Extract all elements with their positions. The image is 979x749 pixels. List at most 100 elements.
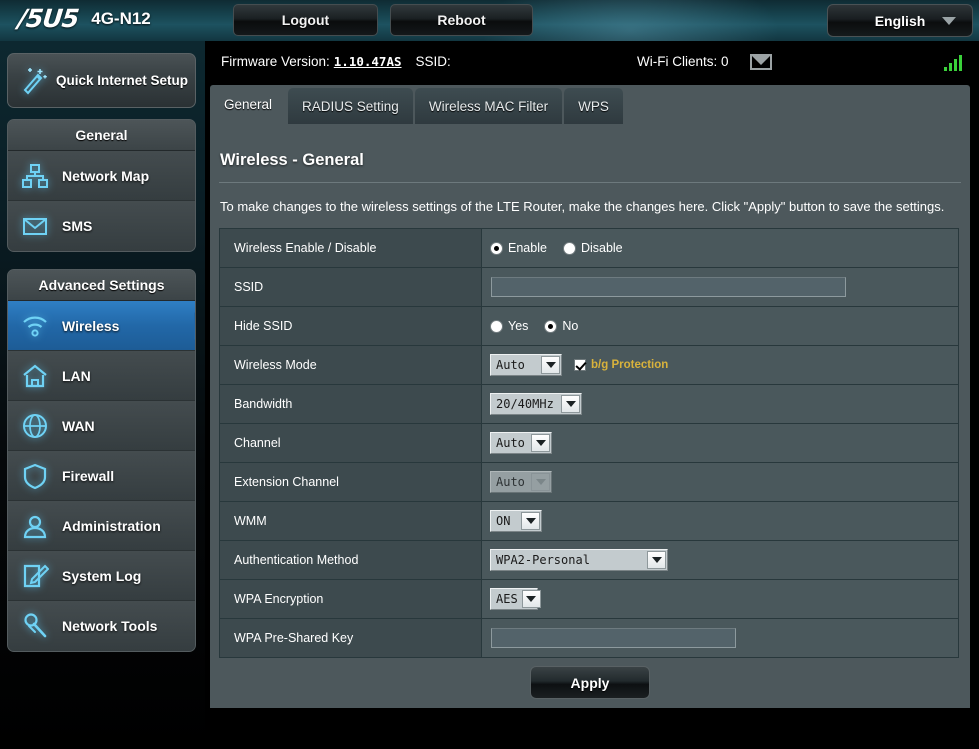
network-map-icon — [20, 161, 50, 191]
form-row-extension-channel: Extension Channel Auto — [220, 463, 958, 502]
sidebar-item-label: Firewall — [62, 467, 115, 484]
wmm-select[interactable]: ON — [490, 510, 542, 532]
radio-hide-ssid-yes[interactable]: Yes — [490, 319, 528, 333]
sidebar-item-wireless[interactable]: Wireless — [8, 301, 195, 351]
row-value: ON — [482, 502, 958, 540]
form-row-wmm: WMM ON — [220, 502, 958, 541]
checkbox-indicator — [574, 359, 586, 371]
sidebar: Quick Internet Setup General Network Map — [0, 41, 205, 749]
radio-label: No — [562, 319, 579, 333]
wifi-clients-count: Wi-Fi Clients: 0 — [637, 54, 729, 69]
chevron-down-icon — [647, 551, 666, 569]
sidebar-item-label: Network Map — [62, 167, 150, 184]
row-label: Channel — [220, 424, 482, 462]
radio-label: Yes — [508, 319, 529, 333]
sidebar-item-network-tools[interactable]: Network Tools — [8, 601, 195, 651]
firmware-version-link[interactable]: 1.10.47AS — [334, 54, 402, 69]
form-row-authentication-method: Authentication Method WPA2-Personal — [220, 541, 958, 580]
wpa-pre-shared-key-input[interactable] — [491, 628, 736, 648]
logout-button[interactable]: Logout — [233, 4, 378, 36]
signal-bar-2 — [949, 63, 952, 71]
sidebar-item-system-log[interactable]: System Log — [8, 551, 195, 601]
row-value: Auto — [482, 424, 958, 462]
select-value: AES — [496, 592, 518, 606]
signal-bar-4 — [959, 55, 962, 71]
top-header-bar: /5U5 4G-N12 Logout Reboot English — [0, 0, 979, 41]
row-value — [482, 619, 958, 657]
network-tools-icon — [20, 611, 50, 641]
row-label: WMM — [220, 502, 482, 540]
signal-bar-3 — [954, 59, 957, 71]
tab-radius-setting[interactable]: RADIUS Setting — [288, 88, 413, 124]
row-label: Hide SSID — [220, 307, 482, 345]
sidebar-item-quick-internet-setup[interactable]: Quick Internet Setup — [7, 53, 196, 108]
form-row-ssid: SSID — [220, 268, 958, 307]
ssid-input[interactable] — [491, 277, 846, 297]
wpa-encryption-select[interactable]: AES — [490, 588, 541, 610]
firmware-label: Firmware Version: — [221, 54, 330, 69]
form-row-channel: Channel Auto — [220, 424, 958, 463]
radio-label: Enable — [508, 241, 547, 255]
sidebar-item-network-map[interactable]: Network Map — [8, 151, 195, 201]
tab-general[interactable]: General — [210, 85, 287, 124]
sidebar-item-label: SMS — [62, 218, 93, 234]
signal-bar-1 — [944, 67, 947, 71]
ssid-label: SSID: — [415, 54, 451, 69]
signal-strength-icon — [944, 55, 962, 71]
row-value: 20/40MHz — [482, 385, 958, 423]
select-value: Auto — [496, 436, 525, 450]
row-value: AES — [482, 580, 958, 618]
sidebar-item-sms[interactable]: SMS — [8, 201, 195, 251]
form-row-wpa-pre-shared-key: WPA Pre-Shared Key — [220, 619, 958, 658]
radio-wireless-enable[interactable]: Enable — [490, 241, 547, 255]
channel-select[interactable]: Auto — [490, 432, 552, 454]
lan-icon — [20, 361, 50, 391]
apply-button[interactable]: Apply — [530, 666, 650, 699]
row-label: Authentication Method — [220, 541, 482, 579]
select-value: ON — [496, 514, 511, 528]
authentication-method-select[interactable]: WPA2-Personal — [490, 549, 668, 571]
sms-icon — [20, 211, 50, 241]
wireless-mode-select[interactable]: Auto — [490, 354, 562, 376]
sidebar-group-title: Advanced Settings — [8, 270, 195, 301]
language-select[interactable]: English — [827, 4, 973, 37]
sidebar-item-label: Administration — [62, 517, 161, 534]
tab-bar: General RADIUS Setting Wireless MAC Filt… — [210, 85, 970, 124]
radio-indicator — [490, 241, 503, 255]
chevron-down-icon — [531, 473, 550, 491]
sidebar-item-wan[interactable]: WAN — [8, 401, 195, 451]
tab-wireless-mac-filter[interactable]: Wireless MAC Filter — [414, 88, 563, 124]
chevron-down-icon — [541, 356, 560, 374]
sidebar-item-label: Network Tools — [62, 618, 158, 634]
row-label: WPA Encryption — [220, 580, 482, 618]
row-label: SSID — [220, 268, 482, 306]
chevron-down-icon — [521, 512, 540, 530]
system-log-icon — [20, 561, 50, 591]
sidebar-item-label: System Log — [62, 567, 142, 584]
radio-hide-ssid-no[interactable]: No — [544, 319, 578, 333]
router-model-name: 4G-N12 — [91, 9, 151, 28]
reboot-button[interactable]: Reboot — [390, 4, 533, 36]
sidebar-item-lan[interactable]: LAN — [8, 351, 195, 401]
sidebar-item-administration[interactable]: Administration — [8, 501, 195, 551]
form-row-wireless-enable: Wireless Enable / Disable Enable Disable — [220, 229, 958, 268]
sidebar-item-label: Quick Internet Setup — [56, 73, 189, 88]
info-strip: Firmware Version: 1.10.47AS SSID: Wi-Fi Cl… — [205, 41, 979, 85]
sidebar-group-general: General Network Map SMS — [7, 119, 196, 252]
tab-wps[interactable]: WPS — [564, 88, 623, 124]
bandwidth-select[interactable]: 20/40MHz — [490, 393, 582, 415]
chevron-down-icon — [531, 434, 550, 452]
sidebar-item-firewall[interactable]: Firewall — [8, 451, 195, 501]
envelope-icon[interactable] — [750, 54, 772, 70]
row-label: WPA Pre-Shared Key — [220, 619, 482, 657]
row-label: Bandwidth — [220, 385, 482, 423]
sidebar-item-label: LAN — [62, 367, 91, 384]
form-row-bandwidth: Bandwidth 20/40MHz — [220, 385, 958, 424]
firewall-icon — [20, 461, 50, 491]
form-row-wpa-encryption: WPA Encryption AES — [220, 580, 958, 619]
brand-group: /5U5 4G-N12 — [17, 4, 151, 34]
select-value: WPA2-Personal — [496, 553, 590, 567]
bg-protection-checkbox[interactable]: b/g Protection — [574, 359, 668, 371]
sidebar-item-label: Wireless — [62, 317, 120, 334]
radio-wireless-disable[interactable]: Disable — [562, 241, 623, 255]
